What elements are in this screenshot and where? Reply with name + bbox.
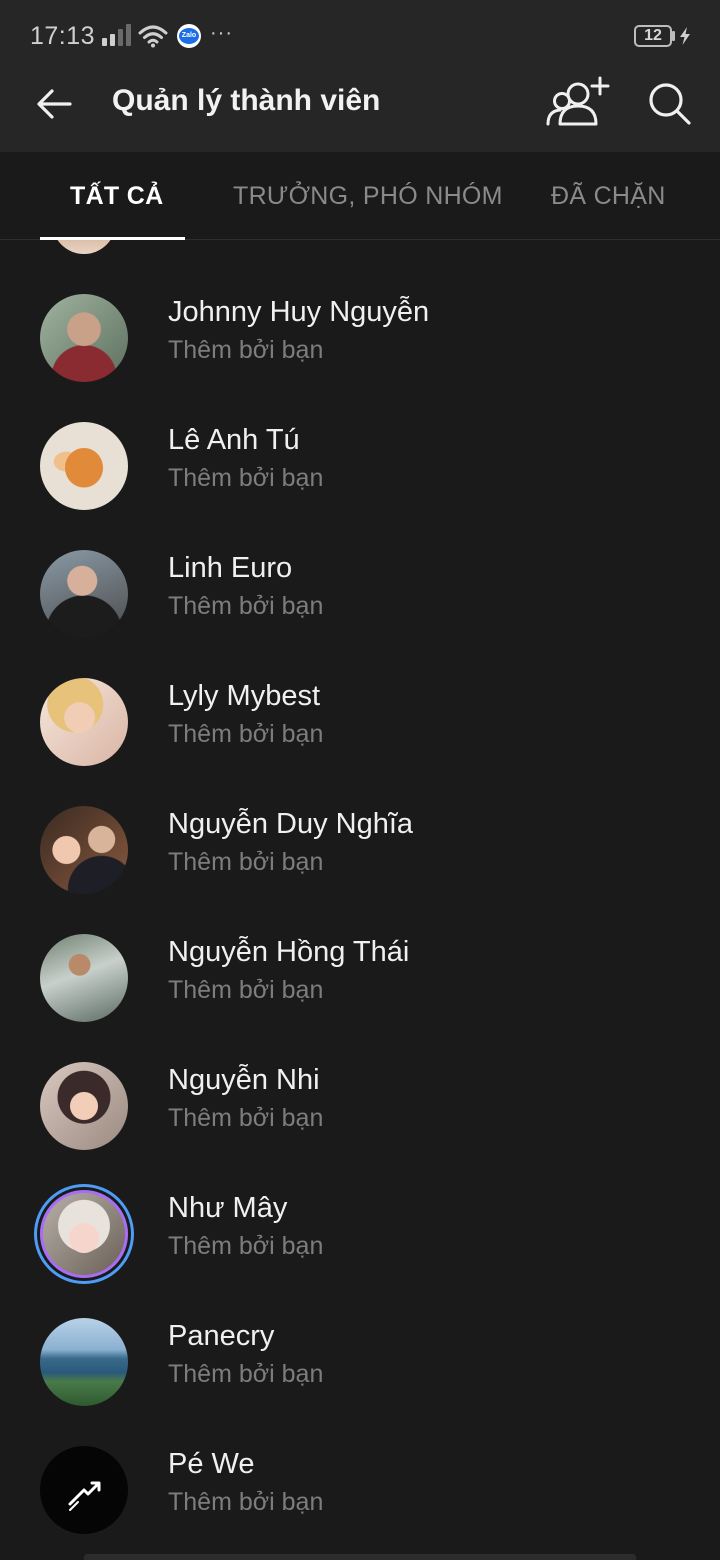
member-row[interactable]: Pé We Thêm bởi bạn bbox=[0, 1434, 720, 1560]
member-row[interactable]: Nguyễn Nhi Thêm bởi bạn bbox=[0, 1050, 720, 1178]
zalo-label: Zalo bbox=[179, 28, 199, 44]
zalo-notification-icon: Zalo bbox=[177, 24, 201, 48]
avatar bbox=[40, 1318, 128, 1406]
member-name: Nguyễn Hồng Thái bbox=[168, 936, 410, 968]
more-notifications-icon: ··· bbox=[210, 22, 233, 44]
member-row[interactable]: Nguyễn Duy Nghĩa Thêm bởi bạn bbox=[0, 794, 720, 922]
bottom-bar-edge bbox=[84, 1554, 636, 1560]
battery-level: 12 bbox=[644, 27, 662, 44]
page-title: Quản lý thành viên bbox=[112, 84, 381, 117]
avatar bbox=[40, 550, 128, 638]
wifi-icon bbox=[138, 25, 168, 48]
battery-icon: 12 bbox=[634, 25, 672, 47]
tab-admins[interactable]: TRƯỞNG, PHÓ NHÓM bbox=[233, 182, 503, 211]
member-row[interactable]: Lyly Mybest Thêm bởi bạn bbox=[0, 666, 720, 794]
member-name: Lyly Mybest bbox=[168, 680, 321, 712]
member-row[interactable]: Johnny Huy Nguyễn Thêm bởi bạn bbox=[0, 282, 720, 410]
tab-blocked[interactable]: ĐÃ CHẶN bbox=[551, 182, 666, 211]
member-subtitle: Thêm bởi bạn bbox=[168, 1232, 324, 1260]
avatar bbox=[40, 1446, 128, 1534]
member-subtitle: Thêm bởi bạn bbox=[168, 720, 324, 748]
member-row[interactable]: Lê Anh Tú Thêm bởi bạn bbox=[0, 410, 720, 538]
avatar bbox=[52, 240, 116, 254]
member-name: Linh Euro bbox=[168, 552, 293, 584]
member-subtitle: Thêm bởi bạn bbox=[168, 336, 324, 364]
member-name: Pé We bbox=[168, 1448, 255, 1480]
member-subtitle: Thêm bởi bạn bbox=[168, 1488, 324, 1516]
avatar bbox=[40, 1062, 128, 1150]
back-arrow-icon[interactable] bbox=[30, 80, 82, 128]
member-list[interactable]: Johnny Huy Nguyễn Thêm bởi bạn Lê Anh Tú… bbox=[0, 240, 720, 1560]
add-member-icon[interactable] bbox=[540, 74, 614, 134]
member-name: Nguyễn Nhi bbox=[168, 1064, 320, 1096]
avatar bbox=[40, 422, 128, 510]
status-time: 17:13 bbox=[30, 22, 96, 50]
member-subtitle: Thêm bởi bạn bbox=[168, 848, 324, 876]
member-row[interactable]: Panecry Thêm bởi bạn bbox=[0, 1306, 720, 1434]
status-bar: 17:13 Zalo ··· 12 bbox=[0, 0, 720, 56]
avatar-with-story bbox=[40, 1190, 128, 1278]
member-row[interactable]: Nguyễn Hồng Thái Thêm bởi bạn bbox=[0, 922, 720, 1050]
member-name: Nguyễn Duy Nghĩa bbox=[168, 808, 414, 840]
avatar bbox=[40, 678, 128, 766]
search-icon[interactable] bbox=[646, 80, 694, 128]
member-row[interactable]: Linh Euro Thêm bởi bạn bbox=[0, 538, 720, 666]
battery-cap bbox=[672, 31, 675, 41]
member-name: Như Mây bbox=[168, 1192, 288, 1224]
tab-bar: TẤT CẢ TRƯỞNG, PHÓ NHÓM ĐÃ CHẶN bbox=[0, 152, 720, 240]
member-subtitle: Thêm bởi bạn bbox=[168, 976, 324, 1004]
member-name: Johnny Huy Nguyễn bbox=[168, 296, 430, 328]
member-subtitle: Thêm bởi bạn bbox=[168, 1360, 324, 1388]
member-subtitle: Thêm bởi bạn bbox=[168, 592, 324, 620]
member-subtitle: Thêm bởi bạn bbox=[168, 1104, 324, 1132]
member-row[interactable]: Như Mây Thêm bởi bạn bbox=[0, 1178, 720, 1306]
avatar bbox=[40, 294, 128, 382]
member-name: Panecry bbox=[168, 1320, 275, 1352]
signal-icon bbox=[102, 24, 131, 46]
avatar bbox=[40, 806, 128, 894]
tab-all[interactable]: TẤT CẢ bbox=[70, 182, 163, 211]
trend-arrow-icon bbox=[68, 1481, 101, 1511]
app-header: Quản lý thành viên bbox=[0, 56, 720, 152]
avatar bbox=[40, 934, 128, 1022]
charging-icon bbox=[680, 27, 690, 45]
member-name: Lê Anh Tú bbox=[168, 424, 300, 456]
member-subtitle: Thêm bởi bạn bbox=[168, 464, 324, 492]
